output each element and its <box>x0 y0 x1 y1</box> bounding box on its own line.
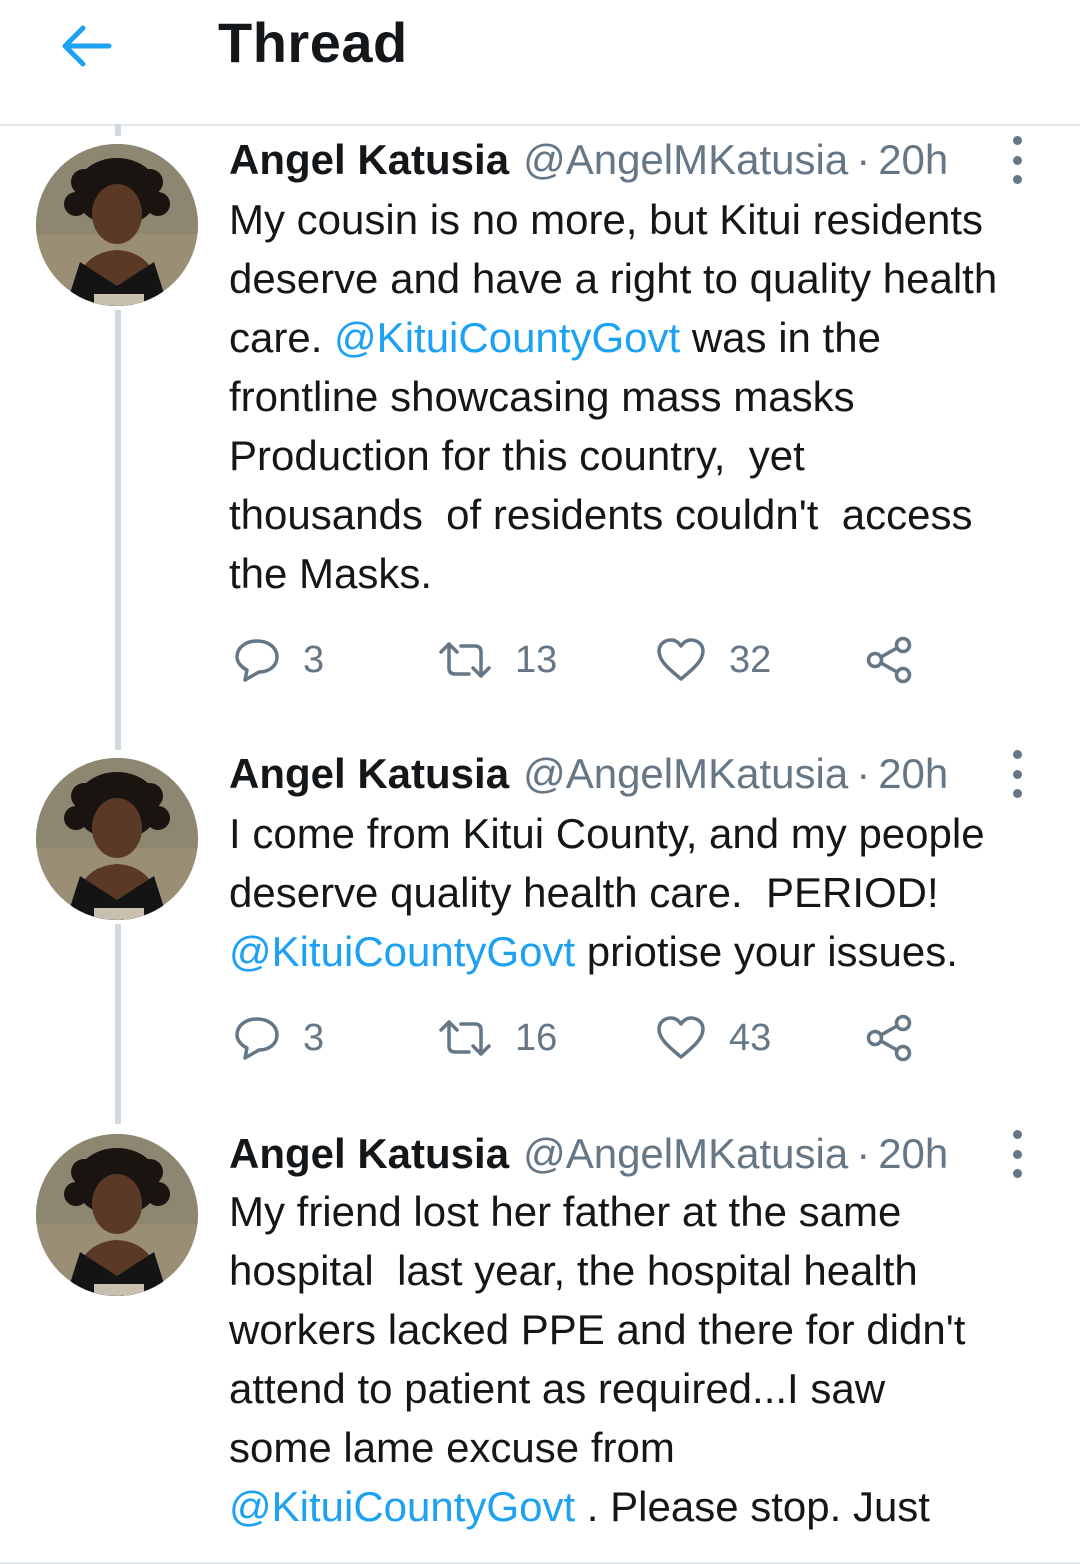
reply-button[interactable]: 3 <box>233 630 324 690</box>
arrow-left-icon <box>62 25 112 67</box>
tweet-timestamp[interactable]: 20h <box>878 1130 948 1178</box>
author-handle[interactable]: @AngelMKatusia <box>523 750 848 798</box>
avatar[interactable] <box>36 144 198 306</box>
tweet-text-segment: the Masks. <box>229 550 433 597</box>
heart-icon <box>657 1016 705 1059</box>
tweet-text-segment: hospital last year, the hospital health <box>229 1247 918 1294</box>
page-title: Thread <box>218 11 408 74</box>
tweet-text-segment: priotise your issues. <box>575 928 958 975</box>
mention-link[interactable]: @KituiCountyGovt <box>229 928 575 975</box>
like-count: 32 <box>729 638 772 681</box>
more-options-icon[interactable] <box>1004 750 1030 798</box>
top-bar: Thread <box>0 0 1080 126</box>
retweet-count: 13 <box>515 638 558 681</box>
separator-dot: · <box>856 750 871 797</box>
tweet-text-line: workers lacked PPE and there for didn't <box>229 1300 1059 1359</box>
tweet-text-line: care. @KituiCountyGovt was in the <box>229 308 1059 367</box>
more-options-icon[interactable] <box>1004 136 1030 184</box>
tweet-text: I come from Kitui County, and my people d… <box>229 804 1059 981</box>
author-handle[interactable]: @AngelMKatusia <box>523 1130 848 1178</box>
retweet-button[interactable]: 16 <box>437 1008 557 1068</box>
tweet-header: Angel Katusia @AngelMKatusia · 20h <box>229 132 1060 188</box>
tweet-text-line: Production for this country, yet <box>229 426 1059 485</box>
tweet-timestamp[interactable]: 20h <box>878 750 948 798</box>
tweet-text-line: @KituiCountyGovt priotise your issues. <box>229 922 1059 981</box>
author-handle[interactable]: @AngelMKatusia <box>523 136 848 184</box>
mention-link[interactable]: @KituiCountyGovt <box>334 314 680 361</box>
tweet-text-segment: deserve quality health care. PERIOD! <box>229 869 939 916</box>
more-options-icon[interactable] <box>1004 1130 1030 1178</box>
tweet-text-segment: frontline showcasing mass masks <box>229 373 855 420</box>
retweet-icon <box>439 642 491 678</box>
tweet-text-segment: was in the <box>680 314 881 361</box>
tweet-text-line: My cousin is no more, but Kitui resident… <box>229 190 1059 249</box>
share-icon <box>866 1014 912 1062</box>
author-name[interactable]: Angel Katusia <box>229 1130 509 1178</box>
tweet-text: My cousin is no more, but Kitui resident… <box>229 190 1059 603</box>
retweet-count: 16 <box>515 1016 558 1059</box>
tweet-text-line: attend to patient as required...I saw <box>229 1359 1059 1418</box>
tweet-actions: 3 16 43 <box>229 1008 949 1068</box>
tweet-text-segment: attend to patient as required...I saw <box>229 1365 886 1412</box>
avatar[interactable] <box>36 758 198 920</box>
tweet[interactable]: Angel Katusia @AngelMKatusia · 20h I com… <box>0 738 1080 1118</box>
tweet-text-segment: . Please stop. Just <box>575 1483 930 1530</box>
tweet-text-line: the Masks. <box>229 544 1059 603</box>
like-count: 43 <box>729 1016 772 1059</box>
tweet-text-line: deserve and have a right to quality heal… <box>229 249 1059 308</box>
tweet-text-line: My friend lost her father at the same <box>229 1182 1059 1241</box>
like-button[interactable]: 32 <box>655 630 771 690</box>
tweet-text-line: I come from Kitui County, and my people <box>229 804 1059 863</box>
tweet-text-segment: Production for this country, yet <box>229 432 805 479</box>
tweet-text-segment: My cousin is no more, but Kitui resident… <box>229 196 983 243</box>
tweet-text: My friend lost her father at the same hos… <box>229 1182 1059 1536</box>
separator-dot: · <box>856 1130 871 1177</box>
tweet-header: Angel Katusia @AngelMKatusia · 20h <box>229 1126 1060 1182</box>
reply-count: 3 <box>303 1016 325 1059</box>
tweet-text-segment: workers lacked PPE and there for didn't <box>229 1306 966 1353</box>
reply-icon <box>235 1017 279 1060</box>
tweet-text-segment: My friend lost her father at the same <box>229 1188 902 1235</box>
avatar[interactable] <box>36 1134 198 1296</box>
tweet-text-line: hospital last year, the hospital health <box>229 1241 1059 1300</box>
tweet-timestamp[interactable]: 20h <box>878 136 948 184</box>
share-button[interactable] <box>865 630 915 690</box>
retweet-icon <box>439 1020 491 1056</box>
tweet-text-line: frontline showcasing mass masks <box>229 367 1059 426</box>
retweet-button[interactable]: 13 <box>437 630 557 690</box>
reply-button[interactable]: 3 <box>233 1008 324 1068</box>
tweet-text-segment: some lame excuse from <box>229 1424 675 1471</box>
share-icon <box>866 636 912 684</box>
heart-icon <box>657 638 705 681</box>
tweet[interactable]: Angel Katusia @AngelMKatusia · 20h My fr… <box>0 1118 1080 1562</box>
like-button[interactable]: 43 <box>655 1008 771 1068</box>
reply-icon <box>235 639 279 682</box>
author-name[interactable]: Angel Katusia <box>229 750 509 798</box>
tweet-actions: 3 13 32 <box>229 630 949 690</box>
tweet-text-line: thousands of residents couldn't access <box>229 485 1059 544</box>
tweet-text-line: some lame excuse from <box>229 1418 1059 1477</box>
tweet-text-segment: care. <box>229 314 335 361</box>
tweet-text-segment: deserve and have a right to quality heal… <box>229 255 998 302</box>
mention-link[interactable]: @KituiCountyGovt <box>229 1483 575 1530</box>
reply-count: 3 <box>303 638 325 681</box>
separator-dot: · <box>856 136 871 183</box>
tweet-text-line: @KituiCountyGovt . Please stop. Just <box>229 1477 1059 1536</box>
share-button[interactable] <box>865 1008 915 1068</box>
back-button[interactable] <box>54 18 118 74</box>
tweet-text-segment: I come from Kitui County, and my people <box>229 810 985 857</box>
tweet[interactable]: Angel Katusia @AngelMKatusia · 20h My co… <box>0 124 1080 760</box>
tweet-text-line: deserve quality health care. PERIOD! <box>229 863 1059 922</box>
author-name[interactable]: Angel Katusia <box>229 136 509 184</box>
tweet-header: Angel Katusia @AngelMKatusia · 20h <box>229 746 1060 802</box>
tweet-text-segment: thousands of residents couldn't access <box>229 491 973 538</box>
